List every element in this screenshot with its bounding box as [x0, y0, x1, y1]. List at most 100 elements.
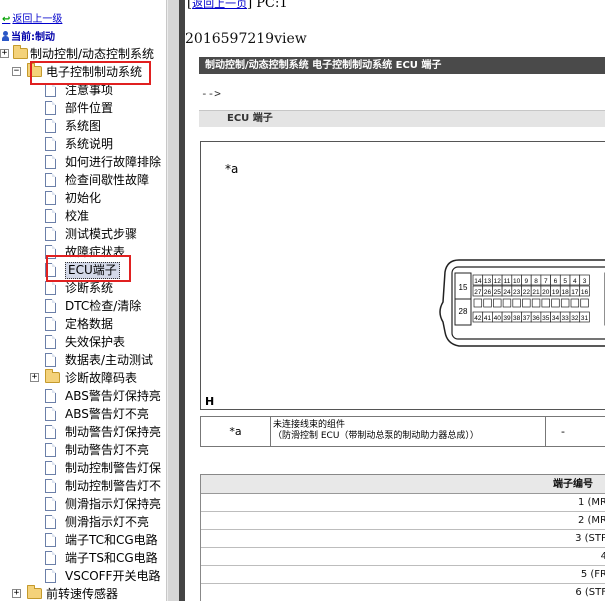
- terminal-number-cell: 1 (MR: [577, 497, 605, 508]
- pin-label: 5: [563, 278, 567, 285]
- pin-slot: [541, 298, 550, 308]
- tree-item[interactable]: 端子TS和CG电路: [0, 549, 166, 567]
- tree-item[interactable]: 如何进行故障排除: [0, 153, 166, 171]
- pin-label: 13: [484, 278, 492, 285]
- pin-slot: [493, 298, 502, 308]
- tree-item[interactable]: 制动控制警告灯不: [0, 477, 166, 495]
- tree-item[interactable]: ABS警告灯不亮: [0, 405, 166, 423]
- tree-item[interactable]: 部件位置: [0, 99, 166, 117]
- table-row: 4: [201, 548, 605, 566]
- highlight-frame-ecu: [46, 255, 131, 282]
- tree-item-label: 校准: [65, 209, 90, 223]
- tree-item[interactable]: 校准: [0, 207, 166, 225]
- tree-item-label: 端子TC和CG电路: [65, 533, 158, 547]
- ecu-connector-diagram: *a H 15282301413121110987654327262524232…: [200, 141, 605, 410]
- pin-label: 37: [523, 315, 531, 322]
- tree-item[interactable]: ABS警告灯保持亮: [0, 387, 166, 405]
- navigation-tree: ↩ 返回上一级 当前:制动 + 制动控制/动态控制系统 − 电子控制制动系统 注意事项 部件…: [0, 0, 166, 601]
- pin-label: 38: [513, 315, 521, 322]
- tree-item[interactable]: 测试模式步骤: [0, 225, 166, 243]
- pin-label: 15: [459, 283, 468, 292]
- tree-item[interactable]: 系统图: [0, 117, 166, 135]
- tree-item[interactable]: + 前转速传感器: [0, 585, 166, 601]
- pin-label: 4: [573, 278, 577, 285]
- pin-label: 14: [474, 278, 482, 285]
- tree-item[interactable]: 制动控制警告灯保: [0, 459, 166, 477]
- tree-item-label: 如何进行故障排除: [65, 155, 162, 169]
- pin-label: 16: [581, 289, 589, 296]
- document-pane: [返回上一页] PC:1 2016597219view 制动控制/动态控制系统 …: [185, 0, 605, 601]
- collapse-icon[interactable]: −: [12, 67, 21, 76]
- pin-label: 35: [542, 315, 550, 322]
- tree-item[interactable]: 定格数据: [0, 315, 166, 333]
- pin-label: 20: [542, 289, 550, 296]
- tree-item[interactable]: 制动警告灯保持亮: [0, 423, 166, 441]
- document-title: 制动控制/动态控制系统 电子控制制动系统 ECU 端子: [199, 57, 605, 74]
- tree-item[interactable]: 侧滑指示灯不亮: [0, 513, 166, 531]
- pin-slot: [580, 298, 589, 308]
- expand-icon[interactable]: +: [0, 49, 9, 58]
- tree-scrollbar[interactable]: [166, 0, 179, 601]
- pin-label: 25: [494, 289, 502, 296]
- tree-item[interactable]: 数据表/主动测试: [0, 351, 166, 369]
- tree-item[interactable]: 制动警告灯不亮: [0, 441, 166, 459]
- tree-item[interactable]: 失效保护表: [0, 333, 166, 351]
- document-icon: [45, 137, 56, 151]
- pin-label: 34: [552, 315, 560, 322]
- pin-label: 17: [571, 289, 579, 296]
- document-icon: [45, 461, 56, 475]
- connector-drawing: 1528230141312111098765432726252423222120…: [439, 259, 605, 347]
- user-icon: [2, 31, 10, 41]
- tree-item-label: 制动警告灯不亮: [65, 443, 150, 457]
- tree-item-label: 制动控制警告灯不: [65, 479, 162, 493]
- document-icon: [45, 515, 56, 529]
- tree-item[interactable]: 侧滑指示灯保持亮: [0, 495, 166, 513]
- pin-label: 19: [552, 289, 560, 296]
- tree-item[interactable]: 初始化: [0, 189, 166, 207]
- tree-item-label: 制动控制警告灯保: [65, 461, 162, 475]
- document-icon: [45, 389, 56, 403]
- tree-item-label: DTC检查/清除: [65, 299, 142, 313]
- expand-icon[interactable]: +: [12, 589, 21, 598]
- pin-slot: [531, 298, 541, 308]
- page-counter: PC:1: [256, 0, 288, 11]
- back-to-previous-link[interactable]: 返回上一页: [192, 0, 247, 10]
- document-icon: [45, 317, 56, 331]
- pin-label: 18: [562, 289, 570, 296]
- document-icon: [45, 353, 56, 367]
- tree-item[interactable]: VSCOFF开关电路: [0, 567, 166, 585]
- folder-icon: [45, 369, 60, 383]
- table-row: 3 (STP: [201, 530, 605, 548]
- tree-item[interactable]: + 诊断故障码表: [0, 369, 166, 387]
- document-icon: [45, 155, 56, 169]
- legend-key: *a: [201, 417, 271, 446]
- tree-item[interactable]: 系统说明: [0, 135, 166, 153]
- tree-item[interactable]: 检查间歇性故障: [0, 171, 166, 189]
- document-icon: [45, 101, 56, 115]
- pin-label: 36: [532, 315, 540, 322]
- pin-label: 42: [474, 315, 482, 322]
- expand-icon[interactable]: +: [30, 373, 39, 382]
- tree-item-label: 数据表/主动测试: [65, 353, 154, 367]
- pin-label: 11: [504, 278, 511, 285]
- section-title: ECU 端子: [199, 110, 605, 127]
- document-icon: [45, 497, 56, 511]
- folder-icon: [13, 45, 28, 59]
- pin-label: 40: [494, 315, 502, 322]
- document-icon: [45, 479, 56, 493]
- tree-item[interactable]: DTC检查/清除: [0, 297, 166, 315]
- tree-item[interactable]: 端子TC和CG电路: [0, 531, 166, 549]
- document-icon: [45, 425, 56, 439]
- document-icon: [45, 281, 56, 295]
- tree-item-label: ABS警告灯不亮: [65, 407, 149, 421]
- document-icon: [45, 407, 56, 421]
- document-icon: [45, 569, 56, 583]
- legend-line-1: 未连接线束的组件: [273, 420, 346, 430]
- tree-item-label: 失效保护表: [65, 335, 126, 349]
- pin-label: 27: [474, 289, 482, 296]
- pin-slot: [570, 298, 580, 308]
- terminal-table: 端子编号 1 (MR 2 (MR 3 (STP 4 5 (FR 6 (STF: [200, 474, 605, 601]
- folder-icon: [27, 585, 42, 599]
- tree-scrollbar-thumb[interactable]: [168, 0, 179, 601]
- back-to-parent-link[interactable]: ↩ 返回上一级: [2, 10, 62, 25]
